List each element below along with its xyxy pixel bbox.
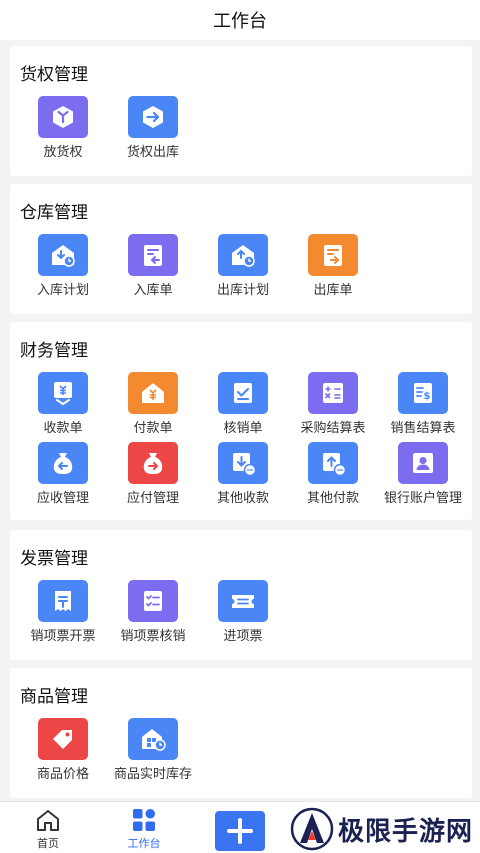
app-label: 销项票核销 xyxy=(120,629,186,644)
document-out-icon xyxy=(308,234,358,276)
app-other-receipts[interactable]: 其他收款 xyxy=(198,442,288,512)
app-label: 销售结算表 xyxy=(390,421,456,436)
download-chat-icon xyxy=(218,442,268,484)
tab-home-label: 首页 xyxy=(37,837,59,850)
app-outbound-plan[interactable]: 出库计划 xyxy=(198,234,288,304)
app-label: 出库计划 xyxy=(216,283,269,298)
app-label: 采购结算表 xyxy=(300,421,366,436)
dollar-sheet-icon: $ xyxy=(398,372,448,414)
app-cargo-rights-outbound[interactable]: 货权出库 xyxy=(108,96,198,166)
upload-chat-icon xyxy=(308,442,358,484)
section-finance: 财务管理 收款单 付款单 核销单 采购结算表 $ 销售结算表 应收管理 应付管理… xyxy=(10,322,472,520)
yen-receive-icon xyxy=(38,372,88,414)
watermark: 极限手游网 xyxy=(290,806,480,852)
watermark-logo-icon xyxy=(290,807,334,851)
app-inbound-order[interactable]: 入库单 xyxy=(108,234,198,304)
app-release-cargo-rights[interactable]: 放货权 xyxy=(18,96,108,166)
app-label: 应付管理 xyxy=(126,491,179,506)
app-label: 核销单 xyxy=(223,421,263,436)
app-outbound-order[interactable]: 出库单 xyxy=(288,234,378,304)
app-label: 放货权 xyxy=(43,145,83,160)
cube-icon xyxy=(38,96,88,138)
check-box-icon xyxy=(218,372,268,414)
yen-house-icon xyxy=(128,372,178,414)
app-purchase-settlement[interactable]: 采购结算表 xyxy=(288,372,378,442)
app-label: 付款单 xyxy=(133,421,173,436)
price-tag-icon xyxy=(38,718,88,760)
add-button[interactable] xyxy=(215,811,265,851)
app-label: 商品实时库存 xyxy=(113,767,192,782)
receipt-icon xyxy=(38,580,88,622)
section-title: 商品管理 xyxy=(20,687,88,707)
arrow-hexagon-icon xyxy=(128,96,178,138)
watermark-text: 极限手游网 xyxy=(338,816,474,847)
app-bank-account[interactable]: 银行账户管理 xyxy=(378,442,468,512)
section-cargo-rights: 货权管理 放货权 货权出库 xyxy=(10,46,472,176)
section-invoice: 发票管理 销项票开票 销项票核销 进项票 xyxy=(10,530,472,660)
top-bar: 工作台 xyxy=(0,0,480,40)
warehouse-in-clock-icon xyxy=(38,234,88,276)
inventory-clock-icon xyxy=(128,718,178,760)
app-label: 出库单 xyxy=(313,283,353,298)
money-bag-out-icon xyxy=(128,442,178,484)
tab-workbench[interactable]: 工作台 xyxy=(114,806,174,852)
app-inbound-plan[interactable]: 入库计划 xyxy=(18,234,108,304)
grid-icon xyxy=(133,809,155,831)
section-title: 仓库管理 xyxy=(20,203,88,223)
warehouse-out-clock-icon xyxy=(218,234,268,276)
section-warehouse: 仓库管理 入库计划 入库单 出库计划 出库单 xyxy=(10,184,472,314)
app-other-payments[interactable]: 其他付款 xyxy=(288,442,378,512)
section-products: 商品管理 商品价格 商品实时库存 xyxy=(10,668,472,798)
app-write-off-order[interactable]: 核销单 xyxy=(198,372,288,442)
app-output-invoice-issue[interactable]: 销项票开票 xyxy=(18,580,108,650)
home-icon xyxy=(37,810,59,831)
app-receipt-order[interactable]: 收款单 xyxy=(18,372,108,442)
app-label: 进项票 xyxy=(223,629,263,644)
app-label: 收款单 xyxy=(43,421,83,436)
app-label: 银行账户管理 xyxy=(383,491,462,506)
calculator-icon xyxy=(308,372,358,414)
tab-workbench-label: 工作台 xyxy=(127,837,161,850)
money-bag-in-icon xyxy=(38,442,88,484)
app-label: 应收管理 xyxy=(36,491,89,506)
app-label: 销项票开票 xyxy=(30,629,96,644)
ticket-icon xyxy=(218,580,268,622)
app-label: 入库单 xyxy=(133,283,173,298)
app-label: 货权出库 xyxy=(126,145,179,160)
section-title: 货权管理 xyxy=(20,65,88,85)
app-output-invoice-writeoff[interactable]: 销项票核销 xyxy=(108,580,198,650)
app-label: 商品价格 xyxy=(36,767,89,782)
app-sales-settlement[interactable]: $ 销售结算表 xyxy=(378,372,468,442)
app-payment-order[interactable]: 付款单 xyxy=(108,372,198,442)
app-input-invoice[interactable]: 进项票 xyxy=(198,580,288,650)
app-payables[interactable]: 应付管理 xyxy=(108,442,198,512)
app-receivables[interactable]: 应收管理 xyxy=(18,442,108,512)
page-title: 工作台 xyxy=(213,11,267,32)
app-product-price[interactable]: 商品价格 xyxy=(18,718,108,788)
bank-account-icon xyxy=(398,442,448,484)
app-label: 入库计划 xyxy=(36,283,89,298)
app-label: 其他收款 xyxy=(216,491,269,506)
section-title: 发票管理 xyxy=(20,549,88,569)
tab-home[interactable]: 首页 xyxy=(18,806,78,852)
checklist-icon xyxy=(128,580,178,622)
app-realtime-inventory[interactable]: 商品实时库存 xyxy=(108,718,198,788)
plus-icon xyxy=(227,818,253,844)
document-in-icon xyxy=(128,234,178,276)
svg-text:$: $ xyxy=(424,391,431,402)
app-label: 其他付款 xyxy=(306,491,359,506)
section-title: 财务管理 xyxy=(20,341,88,361)
